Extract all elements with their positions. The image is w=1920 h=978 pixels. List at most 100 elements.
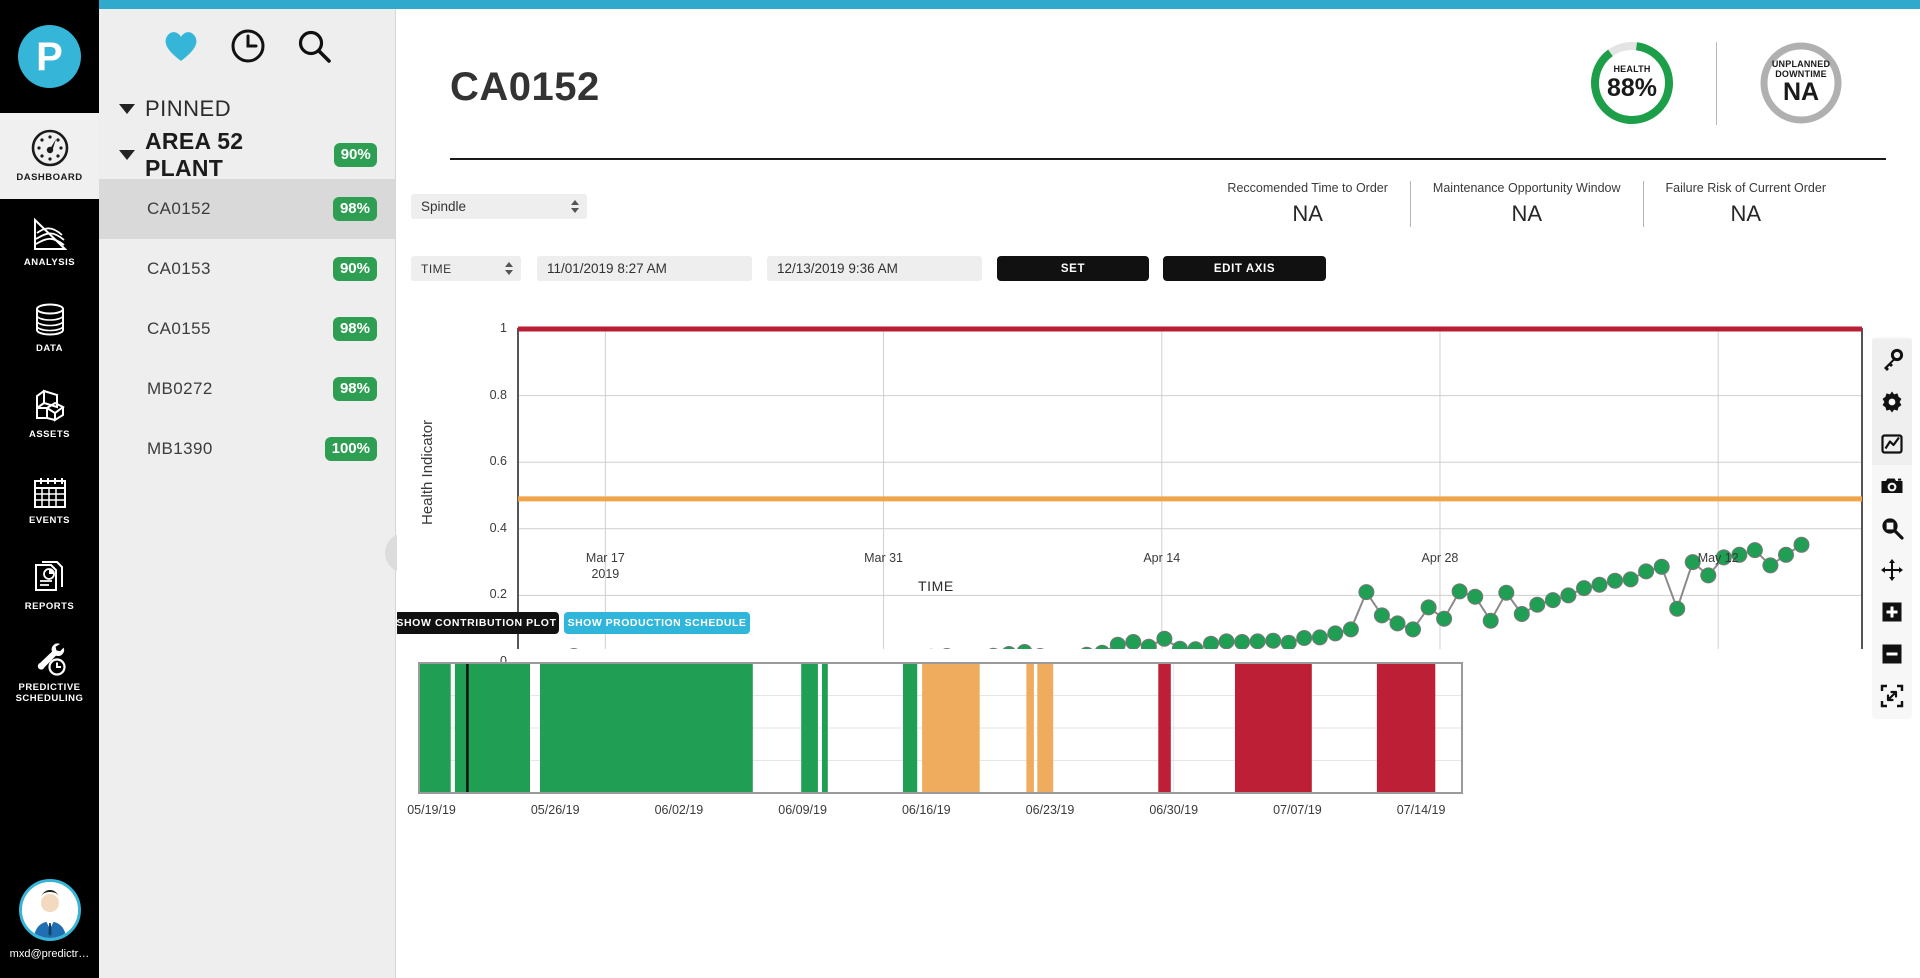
reports-icon (31, 559, 69, 597)
nav-item-data[interactable]: DATA (0, 285, 99, 371)
gear-icon[interactable] (1872, 381, 1912, 423)
nav-item-reports[interactable]: REPORTS (0, 543, 99, 629)
avatar (19, 879, 81, 941)
chart-data-point[interactable] (1779, 547, 1794, 562)
chart-data-point[interactable] (1390, 616, 1405, 631)
chart-data-point[interactable] (1499, 585, 1514, 600)
chart-y-tick: 0.6 (397, 454, 507, 468)
schedule-x-tick: 07/07/19 (1252, 803, 1342, 817)
chart-data-point[interactable] (1250, 634, 1265, 649)
chart-data-point[interactable] (1530, 597, 1545, 612)
chart-data-point[interactable] (1670, 601, 1685, 616)
top-accent-bar (0, 0, 1920, 9)
nav-item-predictive-scheduling[interactable]: PREDICTIVESCHEDULING (0, 629, 99, 715)
schedule-x-tick: 06/30/19 (1129, 803, 1219, 817)
tree-item-mb0272[interactable]: MB0272 98% (99, 359, 395, 419)
pan-move-icon[interactable] (1872, 549, 1912, 591)
chart-data-point[interactable] (1608, 573, 1623, 588)
chart-data-point[interactable] (1406, 622, 1421, 637)
chart-data-point[interactable] (1639, 564, 1654, 579)
chart-data-point[interactable] (1592, 577, 1607, 592)
schedule-block[interactable] (1037, 664, 1053, 792)
tree-item-ca0155[interactable]: CA0155 98% (99, 299, 395, 359)
chart-data-point[interactable] (1281, 635, 1296, 649)
status-badge: 98% (333, 197, 377, 220)
app-logo[interactable]: P (0, 0, 99, 113)
chart-data-point[interactable] (1126, 635, 1141, 650)
schedule-block[interactable] (1377, 664, 1435, 792)
chart-data-point[interactable] (1297, 631, 1312, 646)
schedule-block[interactable] (1158, 664, 1171, 792)
recent-clock-icon[interactable] (230, 28, 266, 69)
camera-icon[interactable] (1872, 465, 1912, 507)
show-contribution-plot-button[interactable]: SHOW CONTRIBUTION PLOT (397, 612, 559, 634)
main-content: CA0152 HEALTH 88% (397, 9, 1920, 978)
chart-data-point[interactable] (1561, 588, 1576, 603)
app-root: P DASHBOARD (0, 0, 1920, 978)
chart-data-point[interactable] (1157, 631, 1172, 646)
user-account[interactable]: mxd@predictr… (0, 860, 99, 978)
schedule-block[interactable] (419, 664, 451, 792)
tree-item-mb1390[interactable]: MB1390 100% (99, 419, 395, 479)
tree-item-ca0153[interactable]: CA0153 90% (99, 239, 395, 299)
schedule-block[interactable] (540, 664, 753, 792)
chart-data-point[interactable] (1141, 639, 1156, 649)
nav-label-reports: REPORTS (25, 602, 74, 613)
tree-item-label: CA0152 (147, 199, 211, 219)
chart-data-point[interactable] (1468, 589, 1483, 604)
chart-data-point[interactable] (1172, 641, 1187, 649)
chart-data-point[interactable] (1374, 608, 1389, 623)
nav-label-predictive-scheduling: PREDICTIVESCHEDULING (16, 683, 84, 705)
chart-data-point[interactable] (1421, 600, 1436, 615)
chevron-down-icon (119, 104, 135, 114)
chart-data-point[interactable] (1266, 633, 1281, 648)
zoom-select-icon[interactable] (1872, 507, 1912, 549)
chart-data-point[interactable] (1188, 642, 1203, 649)
schedule-block[interactable] (1026, 664, 1034, 792)
chart-data-point[interactable] (1623, 572, 1638, 587)
nav-item-assets[interactable]: ASSETS (0, 371, 99, 457)
schedule-block[interactable] (822, 664, 828, 792)
schedule-block[interactable] (1235, 664, 1312, 792)
chart-data-point[interactable] (1794, 537, 1809, 552)
chart-data-point[interactable] (1359, 585, 1374, 600)
chart-data-point[interactable] (1437, 611, 1452, 626)
chart-data-point[interactable] (1343, 622, 1358, 637)
schedule-block[interactable] (801, 664, 818, 792)
chart-data-point[interactable] (1654, 559, 1669, 574)
chart-data-point[interactable] (1763, 558, 1778, 573)
plot-lines-icon[interactable] (1872, 423, 1912, 465)
schedule-x-tick: 05/19/19 (397, 803, 477, 817)
schedule-block[interactable] (922, 664, 980, 792)
chart-data-point[interactable] (1219, 634, 1234, 649)
tree-item-ca0152[interactable]: CA0152 98% (99, 179, 395, 239)
key-icon[interactable] (1872, 339, 1912, 381)
tree-group-area-52-plant[interactable]: AREA 52 PLANT 90% (99, 131, 395, 179)
schedule-blocks (419, 664, 1435, 792)
tree-group-pinned[interactable]: PINNED (99, 87, 395, 131)
chart-data-point[interactable] (1483, 613, 1498, 628)
zoom-in-icon[interactable] (1872, 591, 1912, 633)
chart-data-point[interactable] (1110, 637, 1125, 649)
chart-data-point[interactable] (1204, 636, 1219, 649)
schedule-block[interactable] (903, 664, 917, 792)
favorites-heart-icon[interactable] (162, 29, 200, 68)
nav-item-dashboard[interactable]: DASHBOARD (0, 113, 99, 199)
chart-data-point[interactable] (1701, 568, 1716, 583)
search-icon[interactable] (296, 28, 332, 69)
chart-data-point[interactable] (1312, 630, 1327, 645)
chart-data-point[interactable] (1235, 635, 1250, 650)
tree-group-plant-label: AREA 52 PLANT (145, 128, 324, 182)
chart-x-tick: Mar 31 (844, 551, 924, 565)
chart-data-point[interactable] (1514, 607, 1529, 622)
nav-item-analysis[interactable]: ANALYSIS (0, 199, 99, 285)
show-production-schedule-button[interactable]: SHOW PRODUCTION SCHEDULE (564, 612, 750, 634)
chart-data-point[interactable] (1545, 593, 1560, 608)
nav-label-events: EVENTS (29, 516, 70, 527)
nav-item-events[interactable]: EVENTS (0, 457, 99, 543)
chart-data-point[interactable] (1452, 584, 1467, 599)
production-schedule-chart[interactable]: 05/19/1905/26/1906/02/1906/09/1906/16/19… (397, 649, 1920, 978)
assets-icon (31, 387, 69, 425)
chart-data-point[interactable] (1577, 581, 1592, 596)
chart-data-point[interactable] (1328, 626, 1343, 641)
